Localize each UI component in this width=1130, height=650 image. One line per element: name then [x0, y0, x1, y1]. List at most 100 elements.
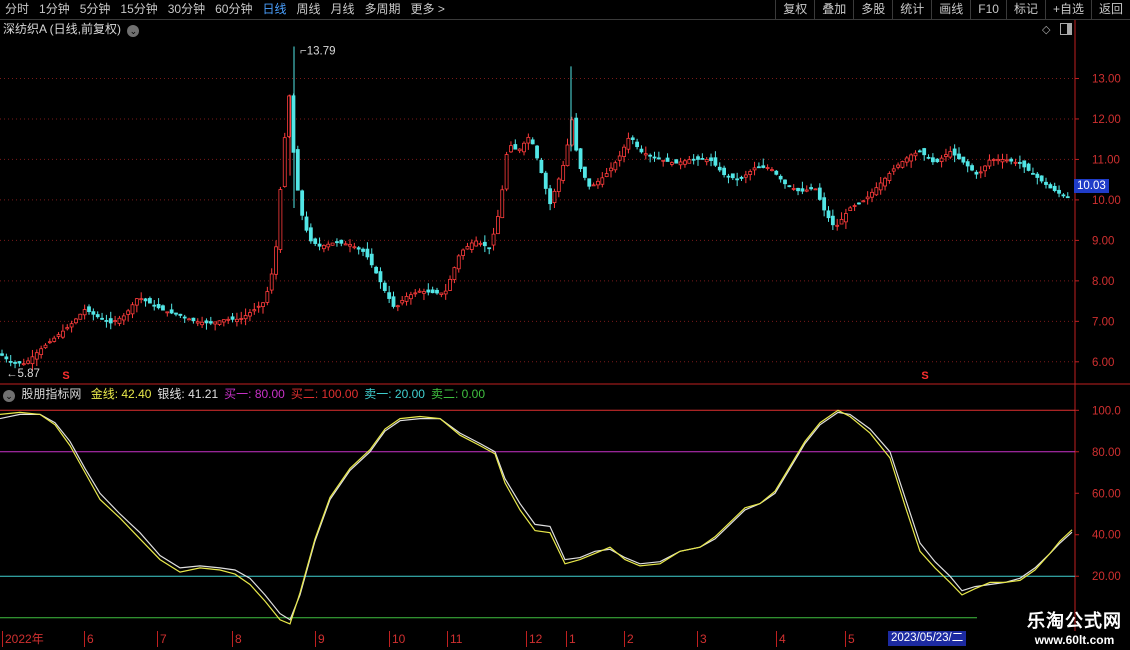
- candle-body: [278, 189, 283, 250]
- candle-body: [800, 188, 805, 192]
- candle-body: [991, 159, 996, 161]
- candle-body: [317, 243, 322, 247]
- date-tick-label: 8: [232, 631, 242, 647]
- period-tab[interactable]: 60分钟: [210, 0, 257, 19]
- stock-title[interactable]: 深纺织A (日线,前复权): [3, 22, 121, 36]
- legend-item: 买二: 100.00: [291, 387, 358, 401]
- candle-body: [208, 321, 213, 324]
- toolbar-button[interactable]: 统计: [892, 0, 931, 19]
- candle-body: [143, 298, 148, 302]
- toolbar-button[interactable]: 叠加: [814, 0, 853, 19]
- candle-body: [983, 165, 987, 172]
- candle-body: [696, 156, 700, 160]
- candle-body: [13, 362, 17, 364]
- candle-body: [752, 167, 757, 171]
- toolbar-button[interactable]: 复权: [775, 0, 814, 19]
- candle-body: [517, 148, 522, 152]
- candle-body: [587, 178, 592, 187]
- price-tick-label: 9.00: [1092, 235, 1114, 247]
- candle-body: [522, 142, 526, 153]
- legend-label: 金线:: [90, 387, 119, 401]
- period-tab[interactable]: 分时: [0, 0, 34, 19]
- candle-body: [813, 188, 818, 191]
- candle-body: [717, 166, 722, 171]
- toolbar-button[interactable]: F10: [970, 0, 1006, 19]
- candle-body: [957, 153, 961, 160]
- candle-body: [770, 169, 774, 172]
- main-chart-header: 深纺织A (日线,前复权) ⌄: [3, 21, 140, 37]
- candle-body: [382, 282, 387, 291]
- diamond-icon[interactable]: ◇: [1042, 22, 1050, 36]
- candle-body: [1013, 161, 1018, 164]
- candle-body: [896, 164, 900, 168]
- candle-body: [1004, 159, 1009, 162]
- candle-body: [617, 155, 622, 161]
- candle-body: [200, 321, 205, 326]
- candle-body: [757, 166, 761, 169]
- candle-body: [452, 267, 457, 280]
- candle-body: [878, 182, 883, 191]
- toolbar-button[interactable]: 标记: [1005, 0, 1045, 19]
- period-tab[interactable]: 15分钟: [115, 0, 162, 19]
- candle-body: [217, 320, 222, 325]
- toolbar-button[interactable]: +自选: [1044, 0, 1091, 19]
- date-tick-label: 2022年: [2, 631, 44, 647]
- date-axis: 2022年 6 7 8 9 10 11 12 1 2 3 4 5 2023/05/23/二: [0, 631, 1130, 650]
- chart-background: [0, 20, 1130, 631]
- candle-body: [491, 233, 496, 246]
- candle-body: [783, 179, 787, 185]
- watermark-url: www.60lt.com: [1034, 633, 1115, 647]
- current-price-tag: 10.03: [1074, 179, 1109, 193]
- date-tick-label: 4: [776, 631, 786, 647]
- candle-body: [456, 255, 461, 270]
- chevron-down-icon[interactable]: ⌄: [3, 390, 15, 402]
- period-tab[interactable]: 周线: [291, 0, 325, 19]
- candle-body: [652, 156, 657, 159]
- period-tab[interactable]: 5分钟: [75, 0, 116, 19]
- candle-body: [274, 246, 278, 275]
- toolbar-button[interactable]: 返回: [1090, 0, 1130, 19]
- candle-body: [213, 321, 218, 325]
- candle-body: [156, 304, 161, 309]
- candle-body: [230, 316, 235, 320]
- candle-body: [778, 175, 783, 180]
- period-tab[interactable]: 月线: [326, 0, 360, 19]
- main-chart-grid: [0, 20, 1130, 631]
- candle-body: [613, 162, 618, 171]
- candle-body: [565, 144, 570, 167]
- candle-body: [513, 144, 518, 150]
- period-tab[interactable]: 日线: [257, 0, 291, 19]
- period-tab[interactable]: 多周期: [360, 0, 406, 19]
- candle-body: [900, 161, 905, 168]
- window-toggle-icon[interactable]: [1060, 23, 1072, 35]
- candle-body: [848, 207, 853, 211]
- low-price-marker: ←5.87: [6, 368, 40, 380]
- candle-body: [121, 315, 126, 321]
- candle-body: [939, 157, 944, 162]
- candle-body: [609, 167, 613, 172]
- candle-body: [126, 310, 131, 315]
- candle-body: [17, 361, 22, 364]
- indicator-name[interactable]: 股朋指标网: [21, 387, 81, 401]
- toolbar-button[interactable]: 画线: [931, 0, 970, 19]
- candle-body: [787, 185, 792, 188]
- candle-body: [722, 167, 726, 176]
- period-tab[interactable]: 1分钟: [34, 0, 75, 19]
- candle-body: [378, 271, 383, 283]
- candle-body: [987, 159, 992, 167]
- period-tab[interactable]: 更多 >: [406, 0, 450, 19]
- candle-body: [348, 244, 352, 247]
- candle-body: [435, 289, 439, 294]
- toolbar-button[interactable]: 多股: [853, 0, 892, 19]
- candle-body: [870, 191, 874, 198]
- candle-body: [904, 157, 909, 163]
- candle-body: [509, 145, 513, 153]
- chevron-down-icon[interactable]: ⌄: [127, 25, 140, 37]
- candle-body: [835, 224, 840, 227]
- candle-body: [204, 320, 209, 324]
- candle-body: [187, 318, 191, 321]
- date-tick-label: 6: [84, 631, 94, 647]
- period-tab[interactable]: 30分钟: [163, 0, 210, 19]
- candle-body: [243, 315, 248, 320]
- date-tick-label: 7: [157, 631, 167, 647]
